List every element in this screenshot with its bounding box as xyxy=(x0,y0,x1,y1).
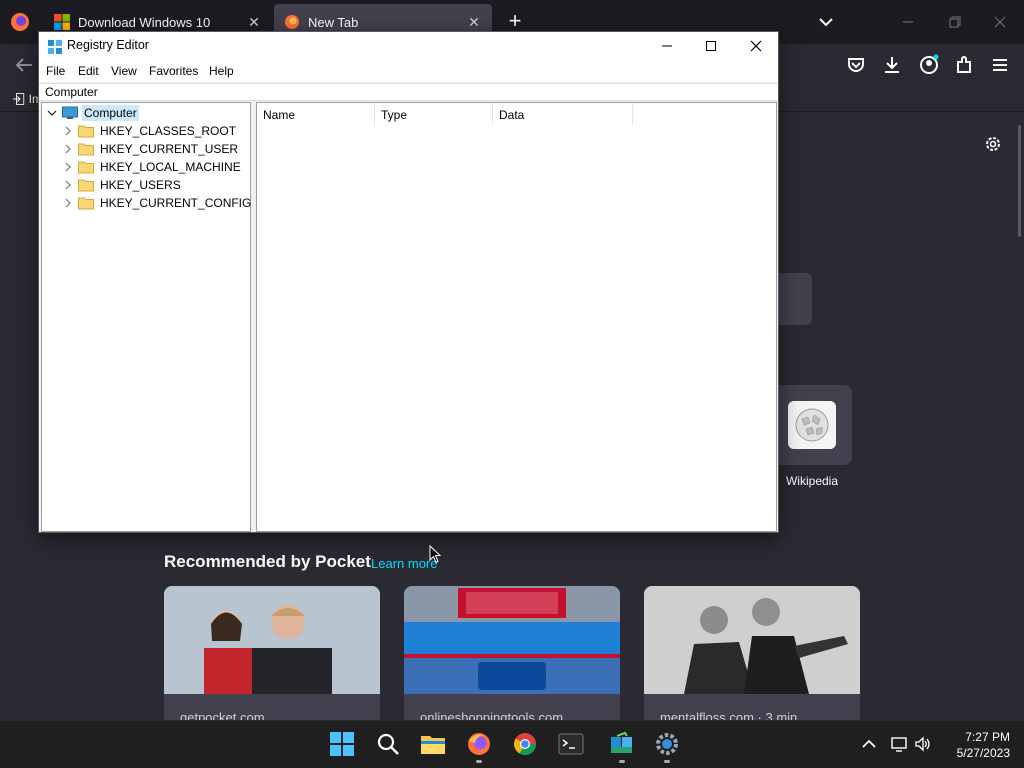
card-photo xyxy=(644,586,860,694)
menu-bar: File Edit View Favorites Help xyxy=(39,60,778,82)
tab-title: New Tab xyxy=(308,14,359,30)
menu-edit[interactable]: Edit xyxy=(78,64,99,78)
registry-editor-icon xyxy=(48,40,62,54)
running-indicator xyxy=(476,760,482,763)
tree-item-hkey-current-user[interactable]: HKEY_CURRENT_USER xyxy=(62,140,240,158)
title-bar[interactable]: Registry Editor xyxy=(39,32,778,60)
menu-favorites[interactable]: Favorites xyxy=(149,64,198,78)
tree-item-label: Computer xyxy=(82,105,139,121)
running-indicator xyxy=(664,760,670,763)
registry-editor-icon[interactable] xyxy=(609,731,635,757)
menu-help[interactable]: Help xyxy=(209,64,234,78)
chevron-right-icon[interactable] xyxy=(62,179,74,191)
folder-icon xyxy=(78,197,94,210)
column-header-data[interactable]: Data xyxy=(493,103,633,125)
firefox-logo-icon xyxy=(285,15,299,29)
menu-view[interactable]: View xyxy=(111,64,137,78)
chevron-right-icon[interactable] xyxy=(62,161,74,173)
registry-editor-window: Registry Editor File Edit View Favorites… xyxy=(38,31,779,533)
pocket-heading: Recommended by Pocket xyxy=(164,552,371,571)
terminal-icon[interactable] xyxy=(558,731,584,757)
tree-item-hkey-classes-root[interactable]: HKEY_CLASSES_ROOT xyxy=(62,122,238,140)
clock-date: 5/27/2023 xyxy=(956,746,1010,760)
tree-item-label: HKEY_CURRENT_CONFIG xyxy=(100,196,252,210)
firefox-view-icon[interactable] xyxy=(8,10,32,34)
key-tree-pane[interactable]: Computer HKEY_CLASSES_ROOT HKEY_CURRENT_… xyxy=(41,102,251,532)
card-photo xyxy=(164,586,380,694)
computer-icon xyxy=(62,106,78,119)
hamburger-menu-icon[interactable] xyxy=(987,52,1013,78)
pocket-icon[interactable] xyxy=(843,52,869,78)
close-window-icon[interactable] xyxy=(988,10,1012,34)
tree-item-label: HKEY_CURRENT_USER xyxy=(100,142,239,156)
menu-file[interactable]: File xyxy=(46,64,65,78)
chevron-up-icon[interactable] xyxy=(860,735,878,753)
start-icon[interactable] xyxy=(329,731,355,757)
mouse-cursor-icon xyxy=(429,545,441,564)
pocket-card[interactable]: getpocket.com xyxy=(164,586,380,722)
clock-time: 7:27 PM xyxy=(965,730,1010,744)
tree-item-label: HKEY_USERS xyxy=(100,178,181,192)
window-title: Registry Editor xyxy=(67,38,149,52)
chevron-right-icon[interactable] xyxy=(62,143,74,155)
settings-icon[interactable] xyxy=(654,731,680,757)
tree-item-hkey-current-config[interactable]: HKEY_CURRENT_CONFIG xyxy=(62,194,253,212)
shortcut-label[interactable]: Wikipedia xyxy=(772,474,852,488)
running-indicator xyxy=(619,760,625,763)
chrome-icon[interactable] xyxy=(512,731,538,757)
chevron-right-icon[interactable] xyxy=(62,125,74,137)
downloads-icon[interactable] xyxy=(879,52,905,78)
firefox-icon[interactable] xyxy=(466,731,492,757)
list-all-tabs-icon[interactable] xyxy=(814,12,838,32)
column-header-name[interactable]: Name xyxy=(257,103,375,125)
restore-icon[interactable] xyxy=(942,10,966,34)
windows-logo-icon xyxy=(54,14,70,30)
close-icon[interactable] xyxy=(734,34,778,58)
folder-icon xyxy=(78,143,94,156)
card-photo xyxy=(404,586,620,694)
pocket-card[interactable]: onlineshoppingtools.com xyxy=(404,586,620,722)
chevron-down-icon[interactable] xyxy=(46,107,58,119)
pocket-card[interactable]: mentalfloss.com · 3 min xyxy=(644,586,860,722)
tree-item-label: HKEY_CLASSES_ROOT xyxy=(100,124,237,138)
search-icon[interactable] xyxy=(375,731,401,757)
volume-icon[interactable] xyxy=(914,735,932,753)
tree-item-label: HKEY_LOCAL_MACHINE xyxy=(100,160,241,174)
tree-item-computer[interactable]: Computer xyxy=(46,104,139,122)
folder-icon xyxy=(78,161,94,174)
network-icon[interactable] xyxy=(891,735,909,753)
column-header-type[interactable]: Type xyxy=(375,103,493,125)
extensions-icon[interactable] xyxy=(951,52,977,78)
folder-icon xyxy=(78,179,94,192)
folder-icon xyxy=(78,125,94,138)
address-bar[interactable]: Computer xyxy=(39,83,778,101)
gear-icon[interactable] xyxy=(983,134,1003,154)
minimize-icon[interactable] xyxy=(896,10,920,34)
system-clock[interactable]: 7:27 PM 5/27/2023 xyxy=(944,729,1010,761)
tab-title: Download Windows 10 xyxy=(78,14,211,30)
file-explorer-icon[interactable] xyxy=(420,731,446,757)
learn-more-link[interactable]: Learn more xyxy=(371,556,437,571)
account-icon[interactable] xyxy=(916,52,942,78)
values-list-pane[interactable]: Name Type Data xyxy=(256,102,777,532)
back-arrow-icon[interactable] xyxy=(12,54,36,76)
close-tab-icon[interactable]: ✕ xyxy=(246,14,262,30)
minimize-icon[interactable] xyxy=(645,34,689,58)
page-scrollbar[interactable] xyxy=(1018,125,1021,237)
tree-item-hkey-users[interactable]: HKEY_USERS xyxy=(62,176,183,194)
chevron-right-icon[interactable] xyxy=(62,197,74,209)
wikipedia-globe-icon xyxy=(788,401,836,449)
maximize-icon[interactable] xyxy=(689,34,733,58)
import-icon xyxy=(12,93,25,105)
tree-item-hkey-local-machine[interactable]: HKEY_LOCAL_MACHINE xyxy=(62,158,243,176)
close-tab-icon[interactable]: ✕ xyxy=(466,14,482,30)
